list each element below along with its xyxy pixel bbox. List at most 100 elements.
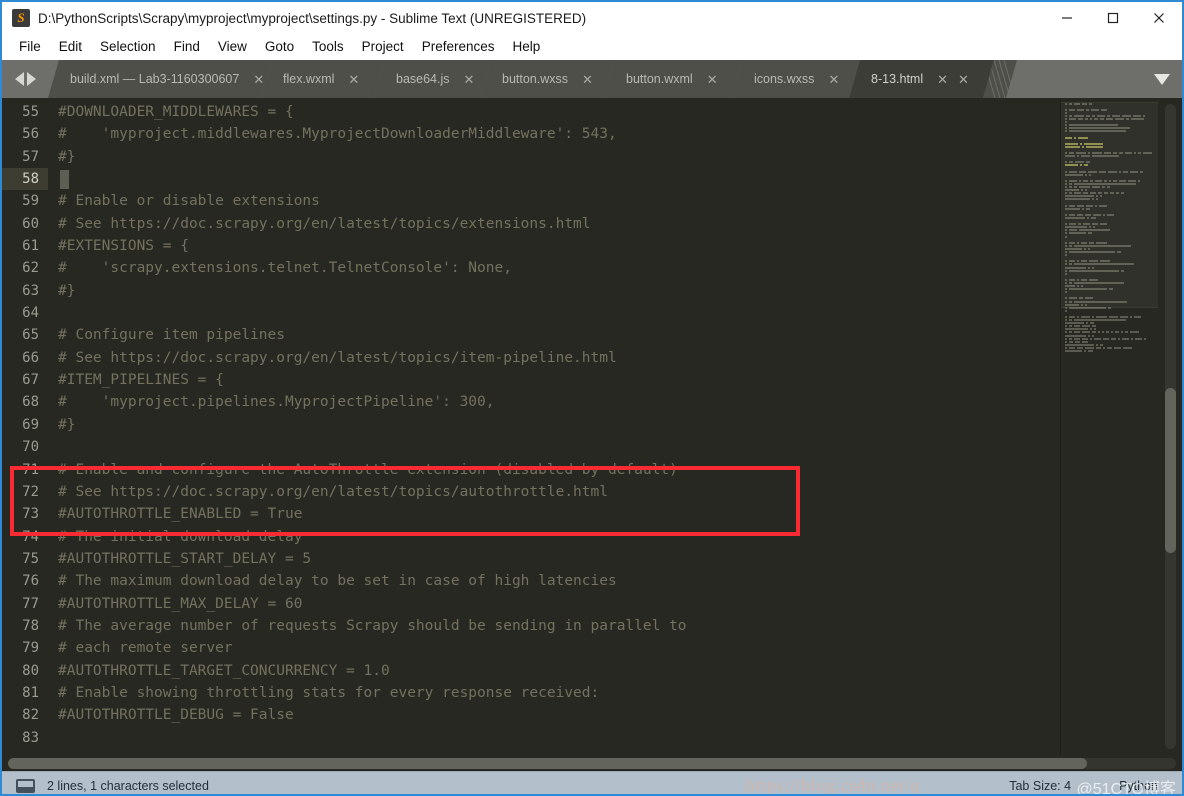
code-line[interactable]: 73 #AUTOTHROTTLE_ENABLED = True [2,503,1060,525]
menu-item-view[interactable]: View [209,36,256,57]
code-line[interactable]: 82 #AUTOTHROTTLE_DEBUG = False [2,704,1060,726]
code-line[interactable]: 70 [2,436,1060,458]
maximize-button[interactable] [1090,2,1136,34]
minimap-viewport[interactable] [1061,102,1158,308]
line-number: 75 [22,550,39,567]
code-text: #AUTOTHROTTLE_DEBUG = False [58,707,294,724]
code-line[interactable]: 81 # Enable showing throttling stats for … [2,682,1060,704]
line-number: 60 [22,215,39,232]
tab-close-icon[interactable]: ✕ [464,73,475,86]
code-line[interactable]: 80 #AUTOTHROTTLE_TARGET_CONCURRENCY = 1.0 [2,660,1060,682]
tab-close-icon[interactable]: ✕ [707,73,718,86]
tab-base64-js[interactable]: base64.js ✕ [374,60,491,98]
minimize-button[interactable] [1044,2,1090,34]
code-line[interactable]: 55 #DOWNLOADER_MIDDLEWARES = { [2,101,1060,123]
tab-size-status[interactable]: Tab Size: 4 [985,779,1095,793]
vertical-scrollbar[interactable] [1158,98,1182,755]
tab-close-icon[interactable]: ✕ [348,73,359,86]
tab-8-13-html[interactable]: 8-13.html ✕ ✕ [849,60,994,98]
line-number: 78 [22,617,39,634]
vertical-scrollbar-thumb[interactable] [1165,388,1176,553]
code-line[interactable]: 74 # The initial download delay [2,526,1060,548]
menu-item-help[interactable]: Help [504,36,550,57]
code-line[interactable]: 56 # 'myproject.middlewares.MyprojectDown… [2,123,1060,145]
code-line[interactable]: 79 # each remote server [2,637,1060,659]
menu-item-selection[interactable]: Selection [91,36,165,57]
menu-item-tools[interactable]: Tools [303,36,353,57]
code-text: # The initial download delay [58,528,303,545]
chevron-down-icon [1154,73,1170,85]
code-line[interactable]: 71 # Enable and configure the AutoThrottl… [2,459,1060,481]
code-line[interactable]: 60 # See https://doc.scrapy.org/en/latest… [2,213,1060,235]
code-line[interactable]: 57 #} [2,146,1060,168]
code-line[interactable]: 72 # See https://doc.scrapy.org/en/latest… [2,481,1060,503]
horizontal-scrollbar-thumb[interactable] [8,758,1087,769]
menu-item-edit[interactable]: Edit [50,36,91,57]
code-text: # The average number of requests Scrapy … [58,617,687,634]
code-line[interactable]: 77 #AUTOTHROTTLE_MAX_DELAY = 60 [2,593,1060,615]
menu-item-find[interactable]: Find [165,36,209,57]
code-text: # 'scrapy.extensions.telnet.TelnetConsol… [58,260,512,277]
code-line[interactable]: 67 #ITEM_PIPELINES = { [2,369,1060,391]
code-line[interactable]: 78 # The average number of requests Scrap… [2,615,1060,637]
minimap[interactable] [1060,98,1158,755]
line-number: 56 [22,126,39,143]
code-line[interactable]: 58 [2,168,1060,191]
panel-icon[interactable] [16,778,35,793]
code-text: # 'myproject.middlewares.MyprojectDownlo… [58,126,617,143]
syntax-status[interactable]: Python [1095,779,1182,793]
line-number: 69 [22,416,39,433]
tab-next-icon[interactable] [26,72,36,86]
code-text: # See https://doc.scrapy.org/en/latest/t… [58,349,617,366]
code-line[interactable]: 59 # Enable or disable extensions [2,190,1060,212]
line-number: 72 [22,483,39,500]
tab-label: button.wxss [502,72,569,86]
tab-label: 8-13.html [871,72,924,86]
code-line[interactable]: 69 #} [2,414,1060,436]
menu-item-file[interactable]: File [10,36,50,57]
line-number: 70 [22,439,39,456]
code-text: # The maximum download delay to be set i… [58,573,617,590]
close-button[interactable] [1136,2,1182,34]
code-text: #AUTOTHROTTLE_ENABLED = True [58,506,303,523]
horizontal-scrollbar[interactable] [2,755,1182,771]
tab-overflow-menu-button[interactable] [1142,60,1182,98]
tab-label: icons.wxss [754,72,815,86]
code-line[interactable]: 63 #} [2,280,1060,302]
code-line[interactable]: 64 [2,302,1060,324]
tab-icons-wxss[interactable]: icons.wxss ✕ [732,60,860,98]
title-bar: D:\PythonScripts\Scrapy\myproject\myproj… [2,2,1182,34]
code-pane[interactable]: 55 #DOWNLOADER_MIDDLEWARES = { 56 # 'myproj… [2,98,1060,755]
code-text: # each remote server [58,640,233,657]
menu-item-project[interactable]: Project [353,36,413,57]
code-text: #AUTOTHROTTLE_START_DELAY = 5 [58,550,312,567]
tab-nav-arrows[interactable] [2,60,48,98]
code-line[interactable]: 66 # See https://doc.scrapy.org/en/latest… [2,347,1060,369]
tab-button-wxss[interactable]: button.wxss ✕ [480,60,615,98]
line-number: 77 [22,595,39,612]
code-line[interactable]: 65 # Configure item pipelines [2,324,1060,346]
tab-prev-icon[interactable] [14,72,24,86]
menu-item-goto[interactable]: Goto [256,36,303,57]
code-text: # Enable or disable extensions [58,193,320,210]
code-line[interactable]: 62 # 'scrapy.extensions.telnet.TelnetCons… [2,257,1060,279]
tab-button-wxml[interactable]: button.wxml ✕ [604,60,743,98]
tab-flex-wxml[interactable]: flex.wxml ✕ [261,60,385,98]
code-line[interactable]: 76 # The maximum download delay to be set… [2,570,1060,592]
code-line[interactable]: 68 # 'myproject.pipelines.MyprojectPipeli… [2,391,1060,413]
tab-close-icon-secondary[interactable]: ✕ [958,73,969,86]
code-line[interactable]: 75 #AUTOTHROTTLE_START_DELAY = 5 [2,548,1060,570]
code-text: # See https://doc.scrapy.org/en/latest/t… [58,483,608,500]
menu-item-preferences[interactable]: Preferences [413,36,504,57]
window-title: D:\PythonScripts\Scrapy\myproject\myproj… [38,10,587,26]
tab-close-icon[interactable]: ✕ [253,73,264,86]
tab-close-icon[interactable]: ✕ [828,73,839,86]
line-number: 73 [22,506,39,523]
tab-close-icon[interactable]: ✕ [582,73,593,86]
selection-status: 2 lines, 1 characters selected [47,778,209,793]
tab-build-xml-lab3-1160300607[interactable]: build.xml — Lab3-1160300607 ✕ [48,60,272,98]
code-line[interactable]: 83 [2,727,1060,749]
tab-label: button.wxml [626,72,693,86]
code-line[interactable]: 61 #EXTENSIONS = { [2,235,1060,257]
tab-close-icon[interactable]: ✕ [937,73,948,86]
